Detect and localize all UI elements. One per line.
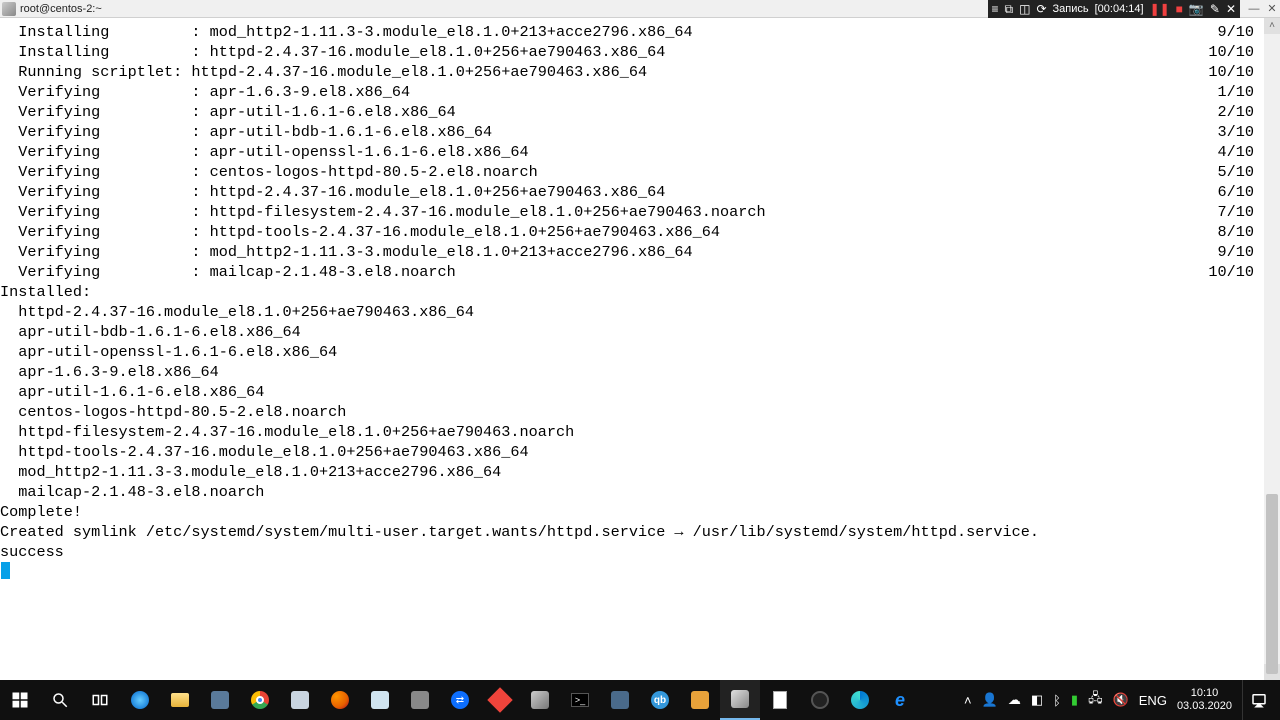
taskbar-app-anydesk[interactable]	[480, 680, 520, 720]
tray-chevron-up-icon[interactable]: ˄	[964, 693, 972, 708]
window-titlebar: root@centos-2:~ ≡ ⧉ ◫ ⟳ Запись [00:04:14…	[0, 0, 1280, 18]
taskbar-app-edge[interactable]	[840, 680, 880, 720]
vertical-scrollbar[interactable]: ˄ ˅	[1264, 18, 1280, 680]
terminal-line: Verifying : httpd-tools-2.4.37-16.module…	[0, 222, 1264, 242]
terminal-line: Running scriptlet: httpd-2.4.37-16.modul…	[0, 62, 1264, 82]
start-button[interactable]	[0, 680, 40, 720]
tray-people-icon[interactable]: 👤	[982, 692, 998, 708]
refresh-icon[interactable]: ⟳	[1036, 3, 1046, 15]
cursor	[1, 562, 10, 579]
window-title: root@centos-2:~	[20, 3, 102, 15]
terminal-line: apr-util-openssl-1.6.1-6.el8.x86_64	[0, 342, 1264, 362]
terminal-line: apr-util-1.6.1-6.el8.x86_64	[0, 382, 1264, 402]
taskbar-app-ie[interactable]: e	[880, 680, 920, 720]
crop-icon[interactable]: ◫	[1019, 3, 1030, 15]
windows-taskbar: ⇄ >_ qb e ˄ 👤 ☁ ◧ ᛒ ▮ 🖧 🔇 ENG 10:10 03.0…	[0, 680, 1280, 720]
scroll-track[interactable]	[1264, 34, 1280, 664]
terminal-line: httpd-tools-2.4.37-16.module_el8.1.0+256…	[0, 442, 1264, 462]
recording-time: [00:04:14]	[1095, 3, 1144, 15]
window-buttons: — ✕	[1246, 2, 1280, 15]
tray-date: 03.03.2020	[1177, 700, 1232, 713]
recording-label: Запись	[1053, 3, 1089, 15]
terminal-line: Verifying : apr-util-bdb-1.6.1-6.el8.x86…	[0, 122, 1264, 142]
tray-onedrive-icon[interactable]: ☁	[1008, 692, 1021, 708]
terminal-line: Verifying : apr-1.6.3-9.el8.x86_641/10	[0, 82, 1264, 102]
taskbar-app-generic-6[interactable]	[680, 680, 720, 720]
search-button[interactable]	[40, 680, 80, 720]
taskbar-app-putty-active[interactable]	[720, 680, 760, 720]
taskbar-app-generic-4[interactable]	[400, 680, 440, 720]
copy-icon[interactable]: ⧉	[1005, 3, 1014, 15]
terminal-line: Verifying : apr-util-1.6.1-6.el8.x86_642…	[0, 102, 1264, 122]
terminal-line: apr-1.6.3-9.el8.x86_64	[0, 362, 1264, 382]
terminal-line: Installed:	[0, 282, 1264, 302]
terminal-line: mailcap-2.1.48-3.el8.noarch	[0, 482, 1264, 502]
taskbar-app-firefox[interactable]	[320, 680, 360, 720]
camera-icon[interactable]: 📷	[1189, 3, 1204, 15]
scroll-thumb[interactable]	[1266, 494, 1278, 674]
terminal-line: httpd-filesystem-2.4.37-16.module_el8.1.…	[0, 422, 1264, 442]
taskbar-app-explorer[interactable]	[160, 680, 200, 720]
putty-icon	[2, 2, 16, 16]
taskbar-app-cmd[interactable]: >_	[560, 680, 600, 720]
tray-bluetooth-icon[interactable]: ᛒ	[1053, 693, 1061, 708]
taskbar-app-qbittorrent[interactable]: qb	[640, 680, 680, 720]
recording-toolbar: ≡ ⧉ ◫ ⟳ Запись [00:04:14] ❚❚ ■ 📷 ✎ ✕	[988, 0, 1240, 18]
tray-clock[interactable]: 10:10 03.03.2020	[1177, 687, 1232, 713]
minimize-button[interactable]: —	[1246, 3, 1262, 15]
taskbar-app-obs[interactable]	[800, 680, 840, 720]
tray-power-icon[interactable]: ▮	[1071, 692, 1078, 708]
tray-volume-icon[interactable]: 🔇	[1113, 692, 1129, 708]
terminal-area: Installing : mod_http2-1.11.3-3.module_e…	[0, 18, 1280, 680]
terminal-line: Verifying : httpd-filesystem-2.4.37-16.m…	[0, 202, 1264, 222]
terminal-line: httpd-2.4.37-16.module_el8.1.0+256+ae790…	[0, 302, 1264, 322]
taskbar-app-generic-3[interactable]	[360, 680, 400, 720]
terminal-line: success	[0, 542, 1264, 562]
stop-icon[interactable]: ■	[1176, 3, 1183, 15]
terminal-line: centos-logos-httpd-80.5-2.el8.noarch	[0, 402, 1264, 422]
taskbar-app-putty-2[interactable]	[520, 680, 560, 720]
taskbar-app-teamviewer[interactable]: ⇄	[440, 680, 480, 720]
taskbar-app-browser[interactable]	[120, 680, 160, 720]
terminal-line: Verifying : apr-util-openssl-1.6.1-6.el8…	[0, 142, 1264, 162]
terminal-line: Created symlink /etc/systemd/system/mult…	[0, 522, 1264, 542]
terminal-line: Complete!	[0, 502, 1264, 522]
pencil-icon[interactable]: ✎	[1210, 3, 1220, 15]
terminal-line: Installing : mod_http2-1.11.3-3.module_e…	[0, 22, 1264, 42]
taskbar-app-notepad[interactable]	[760, 680, 800, 720]
tray-time: 10:10	[1177, 687, 1232, 700]
tray-app-icon-1[interactable]: ◧	[1031, 692, 1043, 708]
terminal-line: Verifying : httpd-2.4.37-16.module_el8.1…	[0, 182, 1264, 202]
taskbar-app-generic-1[interactable]	[200, 680, 240, 720]
terminal-line: Verifying : mod_http2-1.11.3-3.module_el…	[0, 242, 1264, 262]
terminal-line: Verifying : centos-logos-httpd-80.5-2.el…	[0, 162, 1264, 182]
terminal-line: apr-util-bdb-1.6.1-6.el8.x86_64	[0, 322, 1264, 342]
tray-network-icon[interactable]: 🖧	[1088, 689, 1103, 711]
taskbar-app-generic-5[interactable]	[600, 680, 640, 720]
menu-icon[interactable]: ≡	[992, 3, 999, 15]
system-tray: ˄ 👤 ☁ ◧ ᛒ ▮ 🖧 🔇 ENG 10:10 03.03.2020	[964, 680, 1280, 720]
terminal-line: Verifying : mailcap-2.1.48-3.el8.noarch1…	[0, 262, 1264, 282]
taskbar-app-chrome[interactable]	[240, 680, 280, 720]
taskbar-app-generic-2[interactable]	[280, 680, 320, 720]
terminal-line: Installing : httpd-2.4.37-16.module_el8.…	[0, 42, 1264, 62]
close-recorder-icon[interactable]: ✕	[1226, 3, 1236, 15]
task-view-button[interactable]	[80, 680, 120, 720]
terminal-cursor-line	[0, 562, 1264, 579]
terminal-output[interactable]: Installing : mod_http2-1.11.3-3.module_e…	[0, 18, 1264, 680]
notifications-button[interactable]	[1242, 680, 1274, 720]
terminal-line: mod_http2-1.11.3-3.module_el8.1.0+213+ac…	[0, 462, 1264, 482]
tray-language[interactable]: ENG	[1139, 693, 1167, 708]
close-button[interactable]: ✕	[1264, 2, 1280, 15]
pause-icon[interactable]: ❚❚	[1150, 3, 1170, 15]
scroll-up-arrow[interactable]: ˄	[1264, 18, 1280, 34]
